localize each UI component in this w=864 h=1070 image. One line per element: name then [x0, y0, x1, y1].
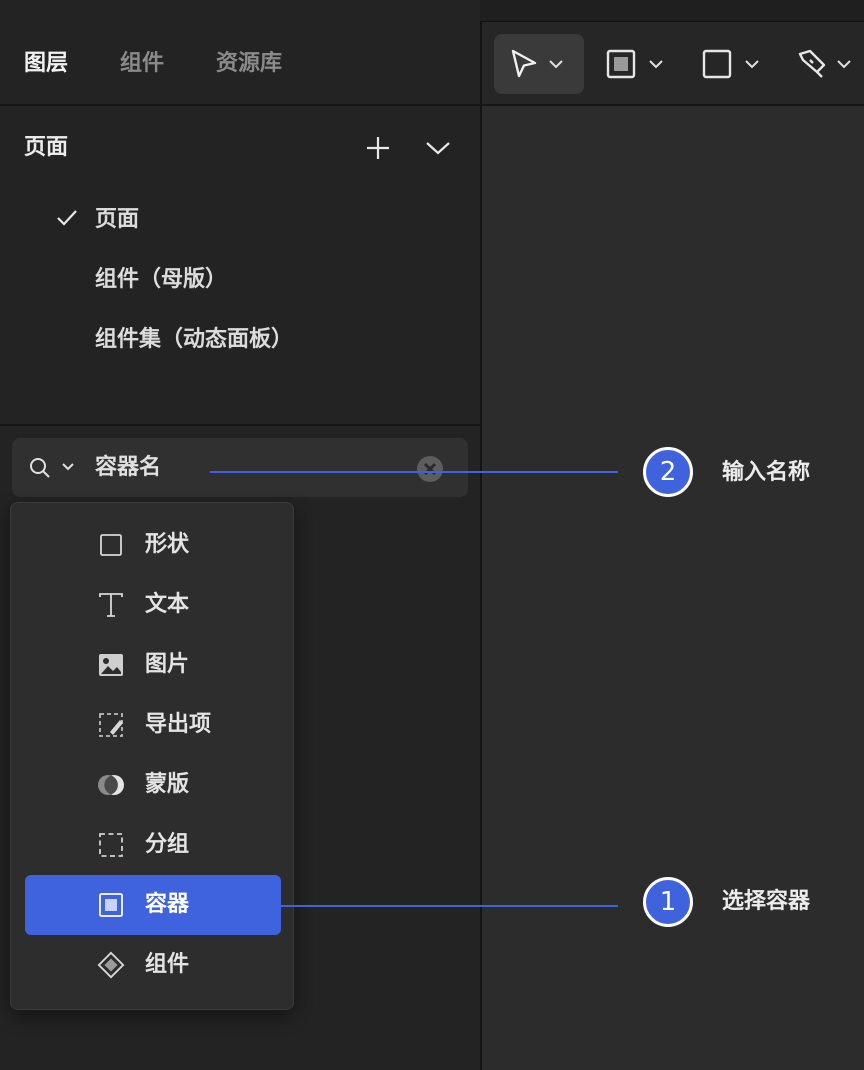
- menu-item-label: 导出项: [145, 712, 212, 737]
- chevron-down-icon[interactable]: [61, 462, 75, 472]
- rectangle-tool-button[interactable]: [696, 34, 768, 94]
- menu-item-text[interactable]: 文本: [25, 575, 281, 635]
- pages-section-title: 页面: [24, 135, 69, 160]
- text-icon: [97, 591, 125, 619]
- pen-tool-button[interactable]: [792, 34, 864, 94]
- chevron-down-icon: [548, 59, 564, 69]
- menu-item-label: 组件: [145, 952, 190, 977]
- menu-item-label: 分组: [145, 832, 190, 857]
- pointer-tool-icon: [508, 48, 540, 80]
- annotation-text: 选择容器: [722, 889, 811, 914]
- rectangle-tool-icon: [702, 49, 732, 79]
- chevron-down-icon: [744, 59, 760, 69]
- panel-divider: [480, 21, 482, 1070]
- menu-item-label: 容器: [145, 892, 190, 917]
- menu-item-label: 蒙版: [145, 772, 190, 797]
- pen-tool-icon: [796, 48, 828, 80]
- annotation-line: [280, 905, 618, 907]
- search-icon[interactable]: [28, 456, 52, 480]
- tab-assets[interactable]: 资源库: [216, 48, 282, 80]
- layer-type-filter-menu: 形状 文本 图片 导出项 蒙版 分组 容器 组件: [10, 502, 294, 1010]
- clear-search-icon[interactable]: [416, 455, 444, 483]
- component-diamond-icon: [97, 951, 125, 979]
- chevron-down-icon: [648, 59, 664, 69]
- tabs-divider: [0, 104, 480, 106]
- toolbar-divider: [482, 104, 864, 106]
- chevron-down-icon: [425, 140, 451, 156]
- search-input[interactable]: 容器名: [95, 452, 161, 484]
- check-icon: [56, 207, 78, 229]
- annotation-text: 输入名称: [722, 460, 811, 485]
- annotation-badge: 2: [643, 447, 693, 497]
- menu-item-image[interactable]: 图片: [25, 635, 281, 695]
- page-list-item[interactable]: 组件集（动态面板）: [95, 324, 293, 356]
- container-icon: [97, 891, 125, 919]
- menu-item-mask[interactable]: 蒙版: [25, 755, 281, 815]
- menu-item-label: 图片: [145, 652, 190, 677]
- annotation-badge: 1: [643, 877, 693, 927]
- add-page-button[interactable]: [362, 132, 394, 164]
- group-dashed-icon: [97, 831, 125, 859]
- pages-divider: [0, 424, 480, 426]
- layer-search-box[interactable]: [12, 438, 468, 497]
- mask-icon: [97, 771, 125, 799]
- pointer-tool-button[interactable]: [494, 34, 584, 94]
- annotation-line: [210, 471, 618, 473]
- menu-item-label: 形状: [145, 532, 190, 557]
- chevron-down-icon: [836, 59, 852, 69]
- export-slice-icon: [97, 711, 125, 739]
- menu-item-group[interactable]: 分组: [25, 815, 281, 875]
- collapse-pages-button[interactable]: [422, 132, 454, 164]
- page-list-item[interactable]: 组件（母版）: [95, 264, 227, 296]
- page-list-item[interactable]: 页面: [95, 204, 139, 236]
- tab-layers[interactable]: 图层: [24, 48, 68, 80]
- container-tool-icon: [606, 49, 636, 79]
- image-icon: [97, 651, 125, 679]
- menu-item-label: 文本: [145, 592, 190, 617]
- container-tool-button[interactable]: [600, 34, 672, 94]
- menu-item-export[interactable]: 导出项: [25, 695, 281, 755]
- plus-icon: [365, 135, 391, 161]
- menu-item-component[interactable]: 组件: [25, 935, 281, 995]
- tab-components[interactable]: 组件: [120, 48, 164, 80]
- menu-item-shape[interactable]: 形状: [25, 515, 281, 575]
- square-outline-icon: [97, 531, 125, 559]
- menu-item-container[interactable]: 容器: [25, 875, 281, 935]
